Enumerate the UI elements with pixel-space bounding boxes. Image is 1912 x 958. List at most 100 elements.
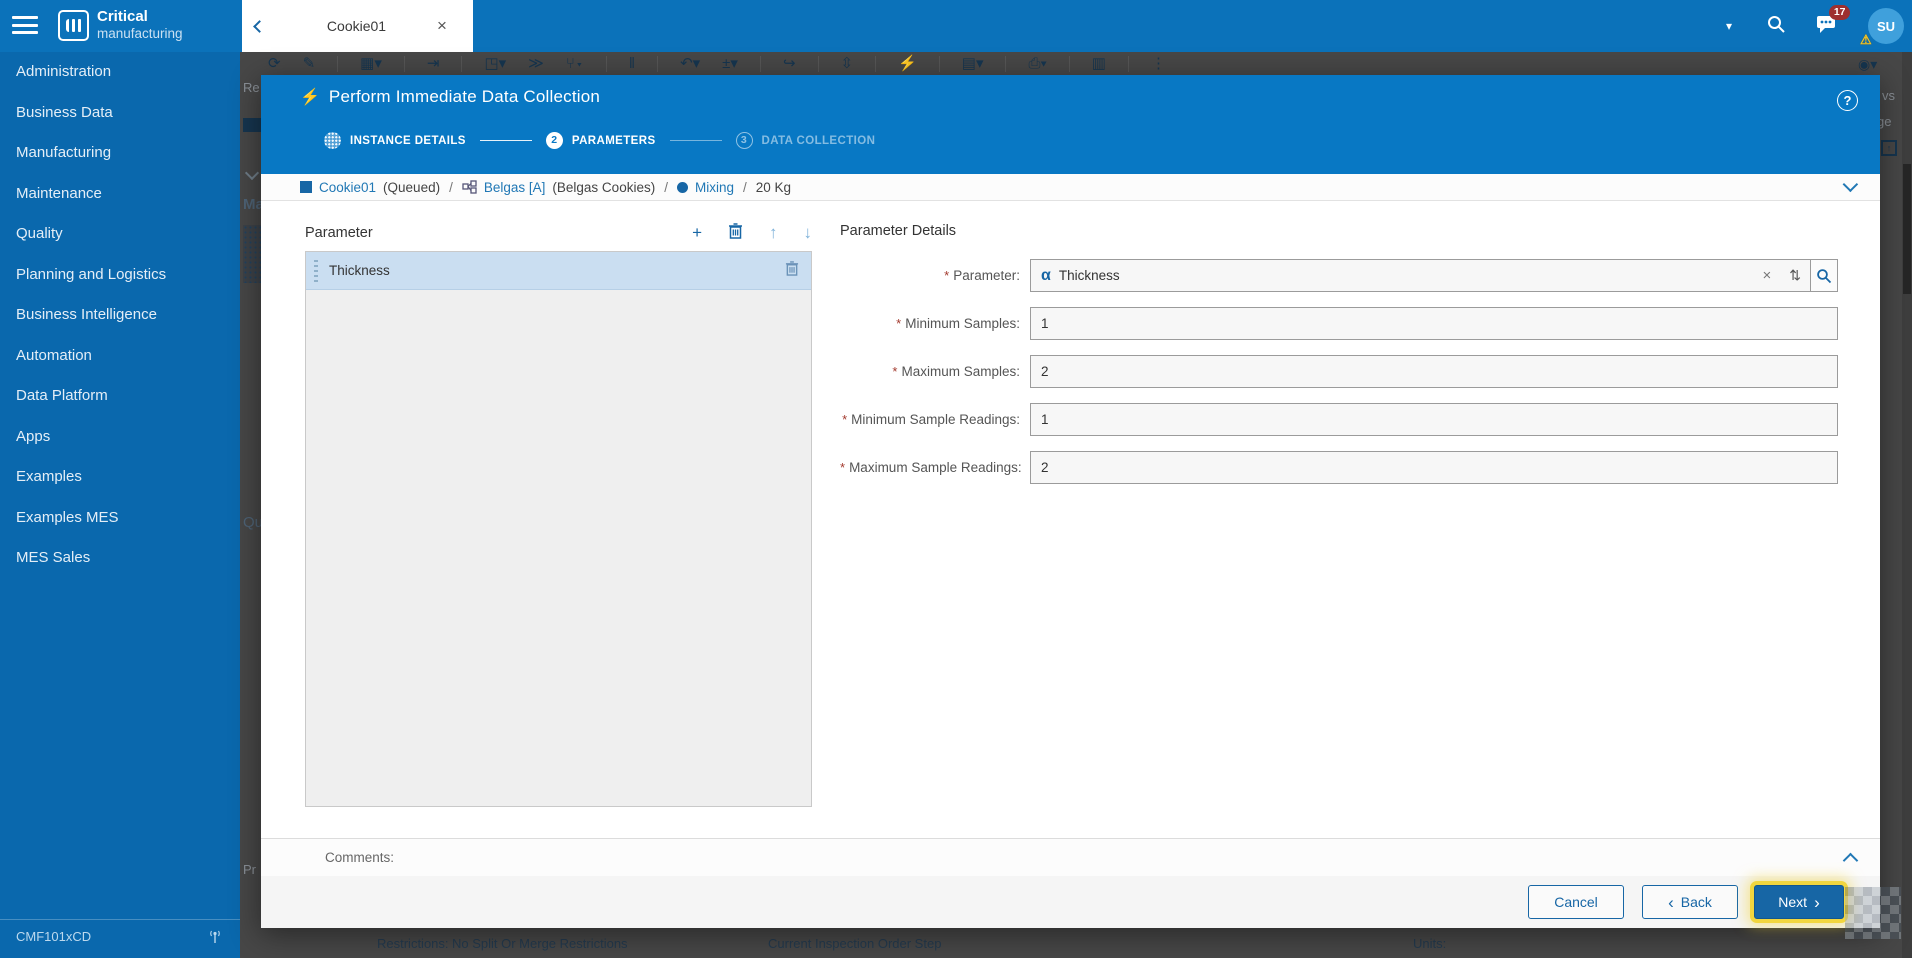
sidebar-item-apps[interactable]: Apps (0, 417, 240, 458)
bg-fragment: Re (243, 80, 260, 95)
move-down-icon[interactable]: ↓ (804, 224, 813, 241)
tab-close-icon[interactable]: × (437, 16, 473, 36)
flow-description: (Belgas Cookies) (552, 179, 656, 195)
drag-handle-icon[interactable] (314, 259, 318, 282)
tab-title[interactable]: Cookie01 (276, 18, 437, 34)
comments-section[interactable]: Comments: (261, 838, 1880, 876)
min-sample-readings-row: * Minimum Sample Readings: (840, 403, 1838, 436)
bg-fragment: Pr (243, 862, 256, 877)
row-delete-icon[interactable] (785, 260, 799, 281)
chevron-right-icon: › (1814, 892, 1820, 912)
required-marker: * (892, 364, 898, 379)
next-label: Next (1778, 894, 1808, 910)
connection-antenna-icon (210, 930, 220, 943)
lightning-bolt-icon: ⚡ (300, 89, 320, 106)
delete-parameter-icon[interactable] (728, 223, 743, 242)
tab-cookie01[interactable]: Cookie01 × (242, 0, 473, 52)
help-icon[interactable]: ? (1837, 90, 1858, 111)
add-parameter-icon[interactable]: + (692, 224, 702, 241)
cancel-label: Cancel (1554, 894, 1598, 910)
comments-collapse-chevron-icon[interactable] (1842, 852, 1859, 869)
hamburger-menu-icon[interactable] (12, 16, 38, 36)
clear-icon[interactable]: × (1754, 267, 1781, 284)
flow-link[interactable]: Belgas [A] (484, 180, 546, 195)
required-marker: * (896, 316, 902, 331)
sidebar: Administration Business Data Manufacturi… (0, 52, 240, 958)
sidebar-item-business-data[interactable]: Business Data (0, 93, 240, 134)
sidebar-item-data-platform[interactable]: Data Platform (0, 376, 240, 417)
avatar[interactable]: SU ⚠ (1860, 8, 1904, 47)
maximum-sample-readings-input[interactable] (1030, 451, 1838, 484)
parameter-row-thickness[interactable]: Thickness (306, 252, 811, 290)
required-marker: * (840, 460, 846, 475)
messages-icon[interactable]: 17 (1816, 4, 1850, 39)
step-instance-details[interactable]: 1 INSTANCE DETAILS (324, 132, 466, 149)
back-label: Back (1680, 894, 1712, 910)
step2-label: PARAMETERS (571, 134, 656, 147)
log-icon: ▥ (1091, 55, 1106, 72)
material-link[interactable]: Cookie01 (319, 180, 376, 195)
move-up-icon[interactable]: ↑ (769, 224, 778, 241)
flow-icon (462, 180, 477, 194)
dialog-header: ⚡ Perform Immediate Data Collection ? 1 … (261, 75, 1880, 174)
adjust-icon: ±▾ (722, 55, 738, 72)
chevron-left-icon: ‹ (1668, 892, 1674, 912)
topbar-caret-down-icon[interactable]: ▾ (1726, 19, 1732, 33)
topbar-right-actions: ▾ 17 SU ⚠ (1726, 0, 1912, 52)
sidebar-item-planning-and-logistics[interactable]: Planning and Logistics (0, 255, 240, 296)
parameter-row-label: Thickness (329, 263, 390, 278)
sidebar-item-business-intelligence[interactable]: Business Intelligence (0, 295, 240, 336)
app-window: Critical manufacturing Cookie01 × ▾ 17 S… (0, 0, 1912, 958)
max-samples-row: * Maximum Samples: (840, 355, 1838, 388)
sidebar-item-administration[interactable]: Administration (0, 52, 240, 93)
step3-circle: 3 (735, 132, 753, 149)
eye-icon: ◉▾ (1858, 56, 1878, 72)
page-scrollbar[interactable] (1902, 52, 1912, 958)
minimum-sample-readings-input[interactable] (1030, 403, 1838, 436)
merge-icon: ≫ (528, 55, 544, 72)
step-link[interactable]: Mixing (695, 180, 734, 195)
minimum-samples-input[interactable] (1030, 307, 1838, 340)
sidebar-item-maintenance[interactable]: Maintenance (0, 174, 240, 215)
parameter-label: * Parameter: (944, 268, 1020, 283)
sidebar-item-examples-mes[interactable]: Examples MES (0, 498, 240, 539)
comments-label: Comments: (325, 850, 395, 865)
min-samples-row: * Minimum Samples: (840, 307, 1838, 340)
wizard-steps: 1 INSTANCE DETAILS 2 PARAMETERS 3 DATA C… (324, 132, 875, 149)
material-icon (300, 181, 312, 193)
document-icon: ▤▾ (961, 55, 984, 72)
bg-square (243, 118, 261, 132)
dialog-body: Parameter + ↑ ↓ Thickness Parameter Deta… (261, 201, 1880, 839)
step-data-collection[interactable]: 3 DATA COLLECTION (735, 132, 876, 149)
step-connector (669, 140, 722, 141)
sidebar-item-mes-sales[interactable]: MES Sales (0, 538, 240, 579)
required-marker: * (944, 268, 950, 283)
magnifier-icon (1817, 268, 1832, 283)
search-parameter-button[interactable] (1810, 259, 1838, 292)
sidebar-item-automation[interactable]: Automation (0, 336, 240, 377)
kebab-menu-icon: ⋮ (1150, 55, 1166, 72)
maximum-samples-input[interactable] (1030, 355, 1838, 388)
parameter-picker[interactable]: α Thickness × ⇅ (1030, 259, 1838, 292)
required-marker: * (842, 412, 848, 427)
search-icon[interactable] (1766, 14, 1786, 39)
sidebar-item-examples[interactable]: Examples (0, 457, 240, 498)
perform-immediate-data-collection-dialog: ⚡ Perform Immediate Data Collection ? 1 … (261, 75, 1880, 928)
critical-manufacturing-logo (58, 10, 89, 41)
max-samples-label: * Maximum Samples: (892, 364, 1020, 379)
breadcrumb-separator: / (664, 179, 668, 195)
sidebar-item-quality[interactable]: Quality (0, 214, 240, 255)
environment-label: CMF101xCD (16, 929, 92, 944)
sidebar-item-manufacturing[interactable]: Manufacturing (0, 133, 240, 174)
cancel-button[interactable]: Cancel (1528, 885, 1624, 919)
next-button[interactable]: Next › (1754, 885, 1844, 919)
step1-circle: 1 (324, 132, 341, 149)
step-parameters[interactable]: 2 PARAMETERS (545, 132, 656, 149)
back-button[interactable]: ‹ Back (1642, 885, 1738, 919)
avatar-initials: SU (1876, 18, 1896, 34)
sort-icon: ⇳ (840, 55, 854, 72)
context-collapse-chevron-icon[interactable] (1842, 176, 1859, 193)
step3-label: DATA COLLECTION (761, 134, 876, 147)
tab-back-chevron-icon[interactable] (242, 19, 276, 34)
picker-list-icon[interactable]: ⇅ (1780, 267, 1810, 284)
